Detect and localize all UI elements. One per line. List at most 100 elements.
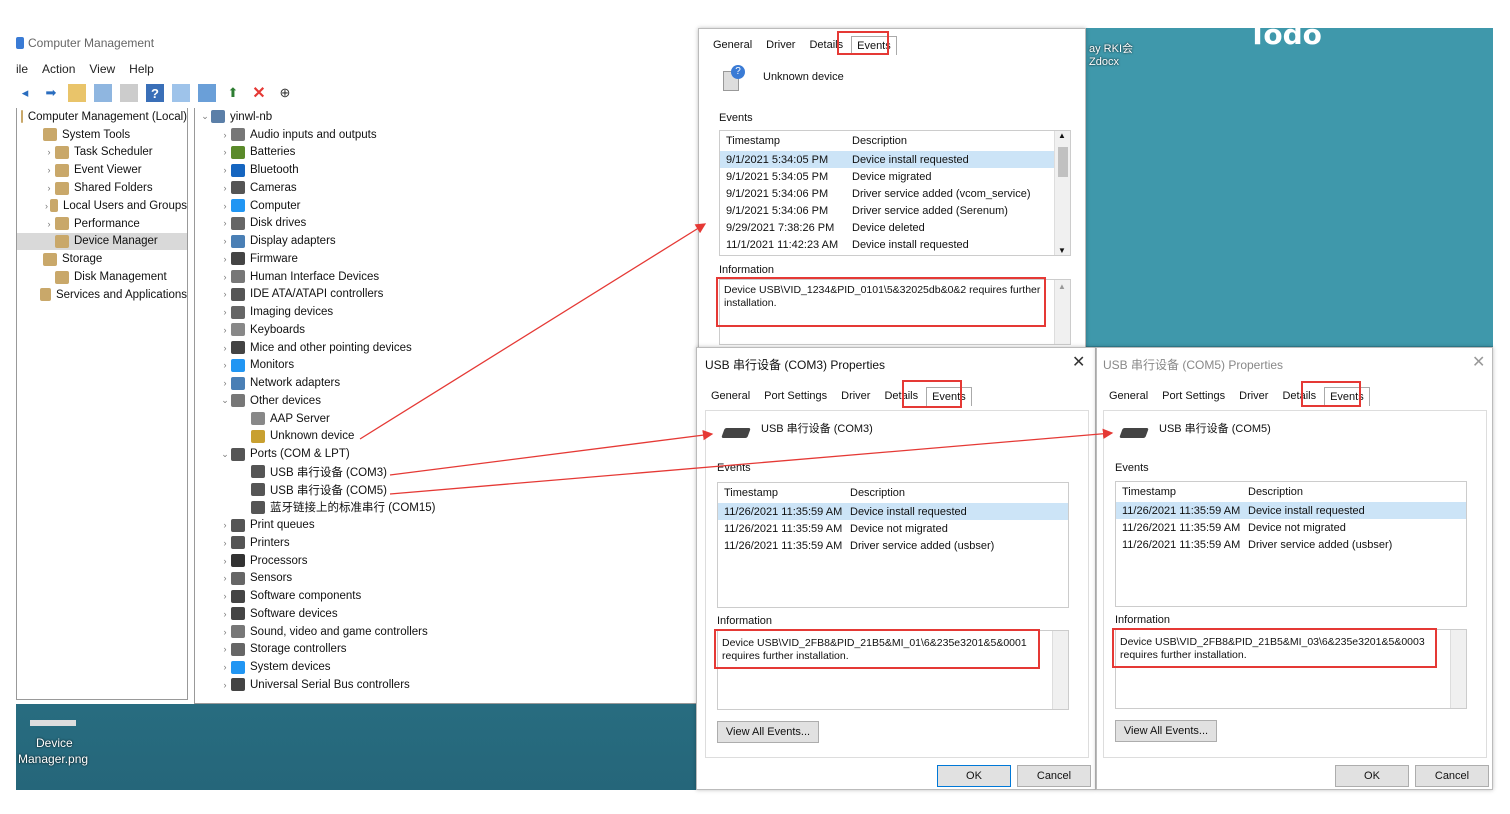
events-table[interactable]: Timestamp Description 11/26/2021 11:35:5…	[1115, 481, 1467, 607]
tab-port-settings[interactable]: Port Settings	[758, 386, 833, 406]
table-row[interactable]: 9/1/2021 5:34:06 PM Driver service added …	[720, 185, 1070, 202]
chevron-icon[interactable]: ⌄	[219, 449, 231, 460]
device-tree-item[interactable]: USB 串行设备 (COM5)	[195, 481, 703, 499]
device-tree-item[interactable]: › Monitors	[195, 357, 703, 375]
info-scrollbar[interactable]: ▲	[1054, 280, 1070, 344]
table-row[interactable]: 11/1/2021 11:42:23 AM Device install requ…	[720, 236, 1070, 253]
device-tree-item[interactable]: › Print queues	[195, 516, 703, 534]
tab-driver[interactable]: Driver	[835, 386, 876, 406]
chevron-icon[interactable]: ›	[219, 254, 231, 264]
device-tree-item[interactable]: › Sensors	[195, 570, 703, 588]
device-tree-item[interactable]: › Human Interface Devices	[195, 268, 703, 286]
device-tree-item[interactable]: › Software components	[195, 587, 703, 605]
table-row[interactable]: 11/26/2021 11:35:59 AM Device not migrate…	[1116, 519, 1466, 536]
chevron-icon[interactable]: ›	[219, 307, 231, 317]
scroll-up-icon[interactable]: ▲	[1058, 131, 1066, 140]
view-all-events-button[interactable]: View All Events...	[717, 721, 819, 743]
cancel-button[interactable]: Cancel	[1017, 765, 1091, 787]
chevron-icon[interactable]: ›	[219, 343, 231, 353]
tab-driver[interactable]: Driver	[1233, 386, 1274, 406]
events-table[interactable]: Timestamp Description 9/1/2021 5:34:05 P…	[719, 130, 1071, 256]
chevron-icon[interactable]: ›	[219, 644, 231, 654]
tree-item[interactable]: Computer Management (Local)	[17, 108, 187, 126]
show-hide-tree-icon[interactable]	[94, 84, 112, 102]
chevron-icon[interactable]: ›	[219, 147, 231, 157]
tree-item[interactable]: Services and Applications	[17, 286, 187, 304]
table-row[interactable]: 9/1/2021 5:34:05 PM Device install reques…	[720, 151, 1070, 168]
device-tree-item[interactable]: Unknown device	[195, 428, 703, 446]
device-tree-item[interactable]: › Universal Serial Bus controllers	[195, 676, 703, 694]
device-tree-item[interactable]: › Display adapters	[195, 232, 703, 250]
info-scrollbar[interactable]	[1450, 630, 1466, 708]
file-icon[interactable]	[30, 720, 76, 726]
chevron-icon[interactable]: ›	[219, 272, 231, 282]
download-icon[interactable]: ⊕	[276, 84, 294, 102]
device-tree-item[interactable]: › Storage controllers	[195, 641, 703, 659]
table-row[interactable]: 11/26/2021 11:35:59 AM Device install req…	[1116, 502, 1466, 519]
device-tree-item[interactable]: › Mice and other pointing devices	[195, 339, 703, 357]
chevron-icon[interactable]: ›	[219, 325, 231, 335]
chevron-icon[interactable]: ›	[43, 183, 55, 193]
table-row[interactable]: 9/1/2021 5:34:05 PM Device migrated	[720, 168, 1070, 185]
back-icon[interactable]: ◂	[16, 84, 34, 102]
col-description[interactable]: Description	[1248, 486, 1303, 498]
col-description[interactable]: Description	[852, 135, 907, 147]
device-tree-item[interactable]: USB 串行设备 (COM3)	[195, 463, 703, 481]
device-tree-item[interactable]: › Imaging devices	[195, 303, 703, 321]
up-folder-icon[interactable]	[68, 84, 86, 102]
tab-general[interactable]: General	[707, 35, 758, 55]
chevron-icon[interactable]: ›	[219, 289, 231, 299]
tree-item[interactable]: Storage	[17, 250, 187, 268]
tree-item[interactable]: Disk Management	[17, 268, 187, 286]
device-tree-item[interactable]: › Cameras	[195, 179, 703, 197]
table-row[interactable]: 11/26/2021 11:35:59 AM Driver service add…	[1116, 536, 1466, 553]
chevron-icon[interactable]: ›	[219, 538, 231, 548]
col-timestamp[interactable]: Timestamp	[720, 135, 852, 147]
tab-general[interactable]: General	[1103, 386, 1154, 406]
chevron-icon[interactable]: ›	[219, 236, 231, 246]
tree-item[interactable]: › Event Viewer	[17, 161, 187, 179]
col-description[interactable]: Description	[850, 487, 905, 499]
device-tree-item[interactable]: ⌄ Other devices	[195, 392, 703, 410]
tree-item[interactable]: › Shared Folders	[17, 179, 187, 197]
chevron-icon[interactable]: ›	[219, 662, 231, 672]
update-driver-icon[interactable]: ⬆	[224, 84, 242, 102]
tree-item[interactable]: › Task Scheduler	[17, 144, 187, 162]
device-tree-item[interactable]: › Printers	[195, 534, 703, 552]
tab-general[interactable]: General	[705, 386, 756, 406]
view-icon[interactable]	[172, 84, 190, 102]
chevron-icon[interactable]: ›	[219, 520, 231, 530]
device-tree-item[interactable]: AAP Server	[195, 410, 703, 428]
chevron-icon[interactable]: ›	[219, 130, 231, 140]
tree-item[interactable]: System Tools	[17, 126, 187, 144]
cancel-button[interactable]: Cancel	[1415, 765, 1489, 787]
table-row[interactable]: 9/29/2021 7:38:26 PM Device deleted	[720, 219, 1070, 236]
col-timestamp[interactable]: Timestamp	[1116, 486, 1248, 498]
chevron-icon[interactable]: ›	[43, 201, 50, 211]
chevron-icon[interactable]: ⌄	[199, 111, 211, 122]
device-tree-item[interactable]: › Firmware	[195, 250, 703, 268]
chevron-icon[interactable]: ›	[219, 573, 231, 583]
uninstall-icon[interactable]: ✕	[250, 84, 268, 102]
tab-driver[interactable]: Driver	[760, 35, 801, 55]
chevron-icon[interactable]: ›	[219, 627, 231, 637]
events-table[interactable]: Timestamp Description 11/26/2021 11:35:5…	[717, 482, 1069, 608]
chevron-icon[interactable]: ›	[219, 165, 231, 175]
chevron-icon[interactable]: ›	[219, 609, 231, 619]
table-row[interactable]: 9/1/2021 5:34:06 PM Driver service added …	[720, 202, 1070, 219]
menu-action[interactable]: Action	[42, 62, 75, 76]
menu-help[interactable]: Help	[129, 62, 154, 76]
device-tree-item[interactable]: › System devices	[195, 658, 703, 676]
close-icon[interactable]: ✕	[1072, 352, 1085, 372]
menu-file[interactable]: ile	[16, 62, 28, 76]
col-timestamp[interactable]: Timestamp	[718, 487, 850, 499]
help-icon[interactable]: ?	[146, 84, 164, 102]
monitor-icon[interactable]	[198, 84, 216, 102]
chevron-icon[interactable]: ›	[219, 218, 231, 228]
menu-view[interactable]: View	[89, 62, 115, 76]
properties-icon[interactable]	[120, 84, 138, 102]
device-tree-item[interactable]: › Network adapters	[195, 374, 703, 392]
info-scrollbar[interactable]	[1052, 631, 1068, 709]
chevron-icon[interactable]: ⌄	[219, 395, 231, 406]
table-row[interactable]: 11/26/2021 11:35:59 AM Driver service add…	[718, 537, 1068, 554]
